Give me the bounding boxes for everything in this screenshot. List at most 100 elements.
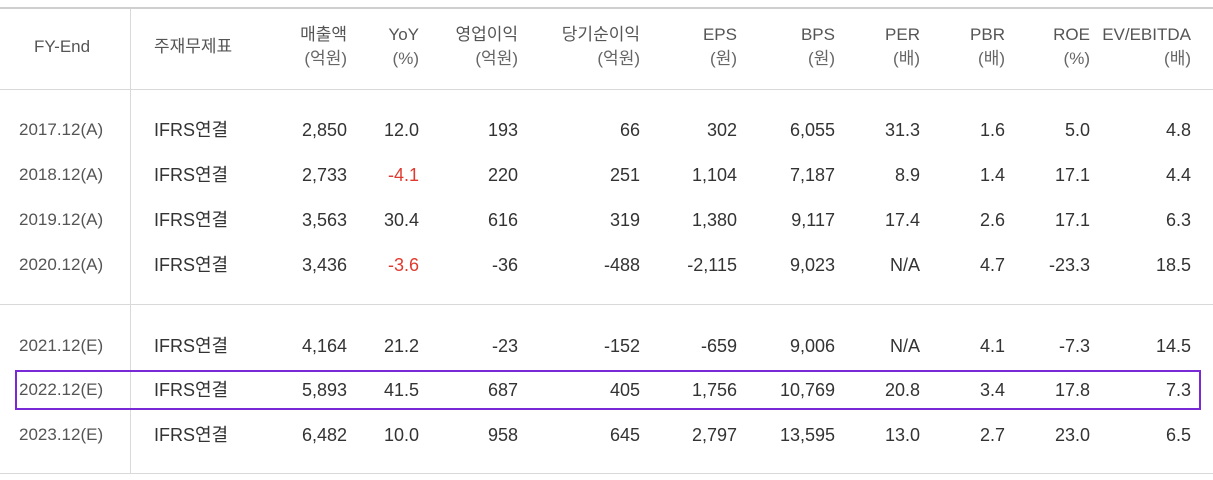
cell-per: 8.9 bbox=[894, 165, 920, 185]
cell-eps: 1,104 bbox=[691, 165, 737, 185]
header-yoy: YoY (%) bbox=[388, 25, 419, 68]
header-bps: BPS (원) bbox=[800, 25, 835, 68]
cell-net-income: 405 bbox=[609, 380, 640, 400]
cell-per: 31.3 bbox=[884, 120, 920, 140]
cell-per: 13.0 bbox=[884, 425, 920, 445]
cell-roe: 5.0 bbox=[1064, 120, 1090, 140]
cell-roe: 23.0 bbox=[1054, 425, 1090, 445]
header-per: PER (배) bbox=[885, 25, 920, 68]
cell-roe: 17.1 bbox=[1054, 210, 1090, 230]
cell-bps: 9,006 bbox=[789, 336, 835, 356]
cell-per: N/A bbox=[889, 336, 920, 356]
cell-roe: 17.1 bbox=[1054, 165, 1090, 185]
table-top-border bbox=[0, 7, 1213, 9]
table-row-highlighted: 2022.12(E) IFRS연결 5,893 41.5 687 405 1,7… bbox=[0, 373, 1213, 407]
cell-net-income: 645 bbox=[609, 425, 640, 445]
table-row: 2021.12(E) IFRS연결 4,164 21.2 -23 -152 -6… bbox=[0, 329, 1213, 363]
cell-yoy: -4.1 bbox=[387, 165, 419, 185]
cell-statement-type: IFRS연결 bbox=[154, 165, 229, 185]
cell-sales: 3,436 bbox=[301, 255, 347, 275]
cell-fy-end: 2018.12(A) bbox=[19, 165, 104, 184]
cell-yoy: 10.0 bbox=[383, 425, 419, 445]
header-operating-profit: 영업이익 (억원) bbox=[455, 25, 518, 68]
cell-bps: 10,769 bbox=[779, 380, 835, 400]
cell-bps: 6,055 bbox=[789, 120, 835, 140]
cell-sales: 4,164 bbox=[301, 336, 347, 356]
cell-pbr: 3.4 bbox=[979, 380, 1005, 400]
cell-sales: 5,893 bbox=[301, 380, 347, 400]
cell-operating-profit: 220 bbox=[487, 165, 518, 185]
cell-operating-profit: 958 bbox=[487, 425, 518, 445]
cell-ev-ebitda: 6.3 bbox=[1165, 210, 1191, 230]
header-statement-type: 주재무제표 bbox=[154, 37, 233, 56]
cell-yoy: 41.5 bbox=[383, 380, 419, 400]
cell-statement-type: IFRS연결 bbox=[154, 255, 229, 275]
header-pbr: PBR (배) bbox=[970, 25, 1005, 68]
cell-ev-ebitda: 4.8 bbox=[1165, 120, 1191, 140]
cell-eps: 1,380 bbox=[691, 210, 737, 230]
header-eps: EPS (원) bbox=[702, 25, 737, 68]
cell-ev-ebitda: 6.5 bbox=[1165, 425, 1191, 445]
cell-eps: -2,115 bbox=[687, 255, 737, 275]
cell-bps: 13,595 bbox=[779, 425, 835, 445]
cell-pbr: 1.6 bbox=[979, 120, 1005, 140]
financial-summary-table: FY-End 주재무제표 매출액 (억원) YoY (%) 영업이익 (억원) … bbox=[0, 0, 1213, 480]
cell-statement-type: IFRS연결 bbox=[154, 210, 229, 230]
cell-operating-profit: -36 bbox=[491, 255, 518, 275]
cell-bps: 9,023 bbox=[789, 255, 835, 275]
cell-ev-ebitda: 18.5 bbox=[1155, 255, 1191, 275]
cell-bps: 9,117 bbox=[791, 210, 835, 230]
actual-estimate-divider bbox=[0, 304, 1213, 305]
cell-bps: 7,187 bbox=[789, 165, 835, 185]
cell-net-income: -152 bbox=[603, 336, 640, 356]
cell-fy-end: 2017.12(A) bbox=[19, 120, 104, 139]
cell-statement-type: IFRS연결 bbox=[154, 120, 229, 140]
cell-ev-ebitda: 7.3 bbox=[1165, 380, 1191, 400]
cell-statement-type: IFRS연결 bbox=[154, 336, 229, 356]
cell-sales: 3,563 bbox=[301, 210, 347, 230]
header-sales: 매출액 (억원) bbox=[300, 25, 347, 68]
header-divider bbox=[0, 89, 1213, 90]
cell-pbr: 4.7 bbox=[979, 255, 1005, 275]
cell-net-income: 66 bbox=[619, 120, 640, 140]
header-roe: ROE (%) bbox=[1053, 25, 1090, 68]
cell-roe: -23.3 bbox=[1048, 255, 1090, 275]
cell-net-income: 319 bbox=[609, 210, 640, 230]
table-row: 2019.12(A) IFRS연결 3,563 30.4 616 319 1,3… bbox=[0, 203, 1213, 237]
cell-pbr: 2.7 bbox=[979, 425, 1005, 445]
cell-fy-end: 2022.12(E) bbox=[19, 380, 104, 399]
cell-sales: 2,850 bbox=[301, 120, 347, 140]
table-row: 2017.12(A) IFRS연결 2,850 12.0 193 66 302 … bbox=[0, 113, 1213, 147]
cell-pbr: 1.4 bbox=[979, 165, 1005, 185]
cell-fy-end: 2023.12(E) bbox=[19, 425, 104, 444]
cell-sales: 6,482 bbox=[301, 425, 347, 445]
cell-per: 20.8 bbox=[884, 380, 920, 400]
cell-yoy: 21.2 bbox=[383, 336, 419, 356]
cell-per: N/A bbox=[889, 255, 920, 275]
cell-fy-end: 2020.12(A) bbox=[19, 255, 104, 274]
cell-per: 17.4 bbox=[884, 210, 920, 230]
cell-eps: 1,756 bbox=[691, 380, 737, 400]
cell-operating-profit: 616 bbox=[487, 210, 518, 230]
table-bottom-border bbox=[0, 473, 1213, 474]
cell-yoy: 12.0 bbox=[383, 120, 419, 140]
cell-operating-profit: -23 bbox=[491, 336, 518, 356]
table-row: 2020.12(A) IFRS연결 3,436 -3.6 -36 -488 -2… bbox=[0, 248, 1213, 282]
cell-pbr: 2.6 bbox=[979, 210, 1005, 230]
cell-statement-type: IFRS연결 bbox=[154, 380, 229, 400]
header-net-income: 당기순이익 (억원) bbox=[561, 25, 640, 68]
cell-fy-end: 2021.12(E) bbox=[19, 336, 104, 355]
cell-yoy: -3.6 bbox=[387, 255, 419, 275]
table-row: 2023.12(E) IFRS연결 6,482 10.0 958 645 2,7… bbox=[0, 418, 1213, 452]
cell-yoy: 30.4 bbox=[383, 210, 419, 230]
header-fy-end: FY-End bbox=[34, 37, 91, 56]
cell-eps: -659 bbox=[700, 336, 737, 356]
cell-pbr: 4.1 bbox=[979, 336, 1005, 356]
cell-roe: -7.3 bbox=[1058, 336, 1090, 356]
cell-fy-end: 2019.12(A) bbox=[19, 210, 104, 229]
cell-statement-type: IFRS연결 bbox=[154, 425, 229, 445]
cell-ev-ebitda: 4.4 bbox=[1165, 165, 1191, 185]
cell-roe: 17.8 bbox=[1054, 380, 1090, 400]
cell-ev-ebitda: 14.5 bbox=[1155, 336, 1191, 356]
cell-sales: 2,733 bbox=[301, 165, 347, 185]
